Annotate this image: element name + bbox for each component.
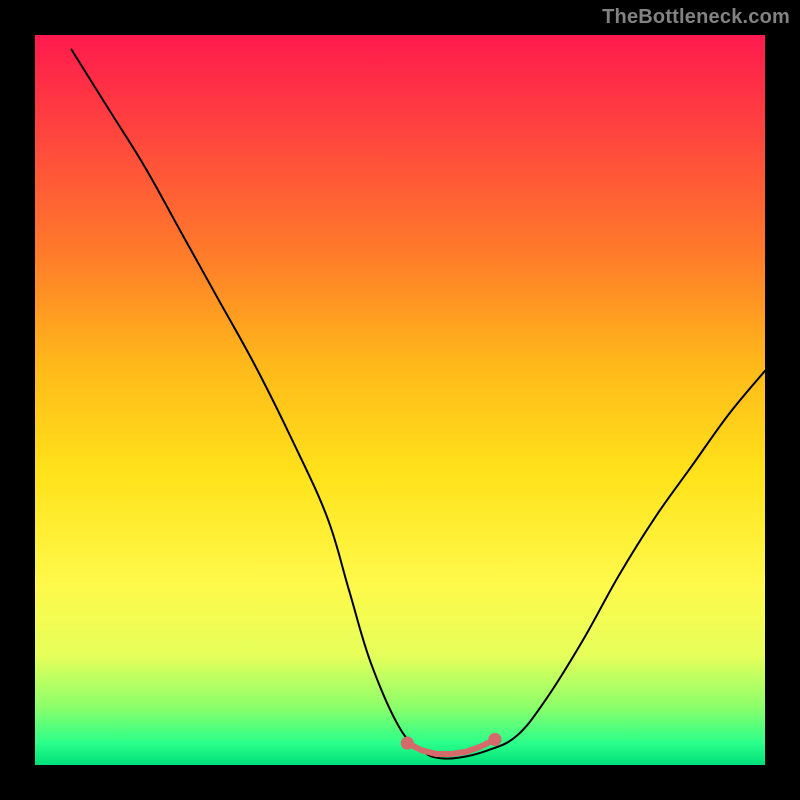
optimal-band-dots	[35, 35, 765, 765]
plot-area	[35, 35, 765, 765]
chart-frame: TheBottleneck.com	[0, 0, 800, 800]
watermark-text: TheBottleneck.com	[602, 6, 790, 29]
